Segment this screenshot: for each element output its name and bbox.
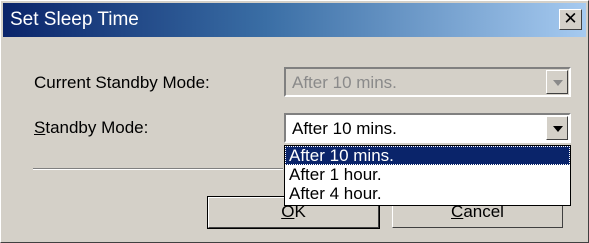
- chevron-down-icon: [553, 80, 563, 86]
- chevron-down-icon: [553, 126, 563, 132]
- dropdown-option-4-hour[interactable]: After 4 hour.: [285, 184, 570, 203]
- dropdown-option-10-mins[interactable]: After 10 mins.: [285, 146, 570, 165]
- standby-mode-value: After 10 mins.: [292, 119, 397, 138]
- standby-mode-dropdown-button[interactable]: [546, 116, 568, 140]
- standby-mode-label-rest: tandby Mode:: [45, 118, 149, 137]
- standby-mode-label: Standby Mode:: [34, 118, 148, 138]
- window-title: Set Sleep Time: [10, 9, 139, 30]
- standby-mode-dropdown-list: After 10 mins. After 1 hour. After 4 hou…: [284, 145, 571, 206]
- standby-mode-select[interactable]: After 10 mins.: [284, 113, 571, 143]
- close-icon: ✕: [563, 9, 578, 28]
- close-button[interactable]: ✕: [559, 9, 582, 30]
- current-standby-mode-select: After 10 mins.: [284, 67, 571, 97]
- dropdown-option-1-hour[interactable]: After 1 hour.: [285, 165, 570, 184]
- title-bar[interactable]: Set Sleep Time ✕: [3, 3, 586, 37]
- current-standby-mode-label: Current Standby Mode:: [34, 73, 210, 92]
- separator: [33, 168, 283, 170]
- current-standby-dropdown-button: [546, 70, 568, 94]
- set-sleep-time-dialog: Set Sleep Time ✕ Current Standby Mode: A…: [0, 0, 589, 243]
- current-standby-mode-value: After 10 mins.: [292, 73, 397, 92]
- standby-mode-accel: S: [34, 118, 46, 137]
